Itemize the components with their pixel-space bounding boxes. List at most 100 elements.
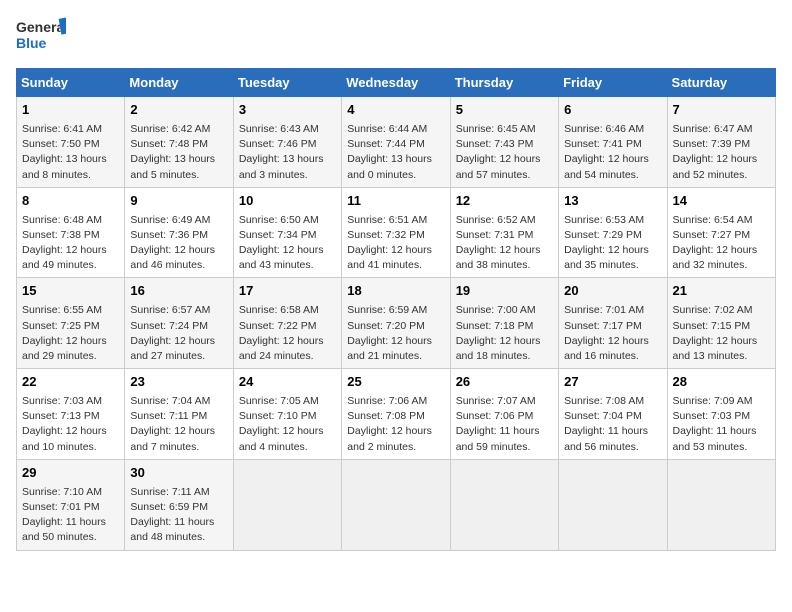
day-info: Sunrise: 6:46 AMSunset: 7:41 PMDaylight:… bbox=[564, 122, 661, 183]
day-number: 2 bbox=[130, 101, 227, 120]
day-info: Sunrise: 6:57 AMSunset: 7:24 PMDaylight:… bbox=[130, 303, 227, 364]
day-info: Sunrise: 6:59 AMSunset: 7:20 PMDaylight:… bbox=[347, 303, 444, 364]
day-number: 20 bbox=[564, 282, 661, 301]
day-header: Sunday bbox=[17, 69, 125, 97]
day-number: 6 bbox=[564, 101, 661, 120]
day-info: Sunrise: 7:08 AMSunset: 7:04 PMDaylight:… bbox=[564, 394, 661, 455]
day-info: Sunrise: 7:01 AMSunset: 7:17 PMDaylight:… bbox=[564, 303, 661, 364]
day-header: Wednesday bbox=[342, 69, 450, 97]
calendar-cell: 13 Sunrise: 6:53 AMSunset: 7:29 PMDayligh… bbox=[559, 187, 667, 278]
calendar-cell: 15Sunrise: 6:55 AMSunset: 7:25 PMDayligh… bbox=[17, 278, 125, 369]
day-number: 28 bbox=[673, 373, 770, 392]
day-number: 25 bbox=[347, 373, 444, 392]
day-info: Sunrise: 6:44 AMSunset: 7:44 PMDaylight:… bbox=[347, 122, 444, 183]
day-info: Sunrise: 6:43 AMSunset: 7:46 PMDaylight:… bbox=[239, 122, 336, 183]
day-number: 8 bbox=[22, 192, 119, 211]
calendar-cell: 20 Sunrise: 7:01 AMSunset: 7:17 PMDayligh… bbox=[559, 278, 667, 369]
day-info: Sunrise: 7:07 AMSunset: 7:06 PMDaylight:… bbox=[456, 394, 553, 455]
day-number: 23 bbox=[130, 373, 227, 392]
day-info: Sunrise: 7:11 AMSunset: 6:59 PMDaylight:… bbox=[130, 485, 227, 546]
day-info: Sunrise: 7:09 AMSunset: 7:03 PMDaylight:… bbox=[673, 394, 770, 455]
calendar-cell: 14Sunrise: 6:54 AMSunset: 7:27 PMDayligh… bbox=[667, 187, 775, 278]
calendar-cell bbox=[342, 459, 450, 550]
day-info: Sunrise: 7:02 AMSunset: 7:15 PMDaylight:… bbox=[673, 303, 770, 364]
day-info: Sunrise: 7:00 AMSunset: 7:18 PMDaylight:… bbox=[456, 303, 553, 364]
day-header: Thursday bbox=[450, 69, 558, 97]
calendar-cell: 6 Sunrise: 6:46 AMSunset: 7:41 PMDaylight… bbox=[559, 97, 667, 188]
day-number: 10 bbox=[239, 192, 336, 211]
day-header: Monday bbox=[125, 69, 233, 97]
day-number: 30 bbox=[130, 464, 227, 483]
day-number: 16 bbox=[130, 282, 227, 301]
day-info: Sunrise: 6:55 AMSunset: 7:25 PMDaylight:… bbox=[22, 303, 119, 364]
day-info: Sunrise: 6:41 AMSunset: 7:50 PMDaylight:… bbox=[22, 122, 119, 183]
day-info: Sunrise: 6:54 AMSunset: 7:27 PMDaylight:… bbox=[673, 213, 770, 274]
day-header: Friday bbox=[559, 69, 667, 97]
day-number: 26 bbox=[456, 373, 553, 392]
day-number: 12 bbox=[456, 192, 553, 211]
calendar-cell: 28 Sunrise: 7:09 AMSunset: 7:03 PMDayligh… bbox=[667, 369, 775, 460]
calendar-cell: 10 Sunrise: 6:50 AMSunset: 7:34 PMDayligh… bbox=[233, 187, 341, 278]
day-info: Sunrise: 6:48 AMSunset: 7:38 PMDaylight:… bbox=[22, 213, 119, 274]
day-info: Sunrise: 6:58 AMSunset: 7:22 PMDaylight:… bbox=[239, 303, 336, 364]
svg-text:General: General bbox=[16, 19, 66, 35]
calendar-cell: 30 Sunrise: 7:11 AMSunset: 6:59 PMDayligh… bbox=[125, 459, 233, 550]
calendar-cell: 24 Sunrise: 7:05 AMSunset: 7:10 PMDayligh… bbox=[233, 369, 341, 460]
calendar-cell: 23 Sunrise: 7:04 AMSunset: 7:11 PMDayligh… bbox=[125, 369, 233, 460]
day-number: 1 bbox=[22, 101, 119, 120]
calendar-cell: 21 Sunrise: 7:02 AMSunset: 7:15 PMDayligh… bbox=[667, 278, 775, 369]
calendar-cell bbox=[667, 459, 775, 550]
day-info: Sunrise: 6:47 AMSunset: 7:39 PMDaylight:… bbox=[673, 122, 770, 183]
calendar-cell: 3Sunrise: 6:43 AMSunset: 7:46 PMDaylight… bbox=[233, 97, 341, 188]
logo: General Blue bbox=[16, 16, 66, 58]
calendar-cell: 12 Sunrise: 6:52 AMSunset: 7:31 PMDayligh… bbox=[450, 187, 558, 278]
day-number: 9 bbox=[130, 192, 227, 211]
day-number: 21 bbox=[673, 282, 770, 301]
calendar-cell: 11Sunrise: 6:51 AMSunset: 7:32 PMDayligh… bbox=[342, 187, 450, 278]
calendar-cell: 17 Sunrise: 6:58 AMSunset: 7:22 PMDayligh… bbox=[233, 278, 341, 369]
day-info: Sunrise: 7:10 AMSunset: 7:01 PMDaylight:… bbox=[22, 485, 119, 546]
day-info: Sunrise: 6:52 AMSunset: 7:31 PMDaylight:… bbox=[456, 213, 553, 274]
day-info: Sunrise: 6:42 AMSunset: 7:48 PMDaylight:… bbox=[130, 122, 227, 183]
day-number: 18 bbox=[347, 282, 444, 301]
day-number: 5 bbox=[456, 101, 553, 120]
calendar-cell: 1 Sunrise: 6:41 AMSunset: 7:50 PMDaylight… bbox=[17, 97, 125, 188]
day-info: Sunrise: 7:06 AMSunset: 7:08 PMDaylight:… bbox=[347, 394, 444, 455]
calendar-cell: 9 Sunrise: 6:49 AMSunset: 7:36 PMDaylight… bbox=[125, 187, 233, 278]
calendar-cell: 27 Sunrise: 7:08 AMSunset: 7:04 PMDayligh… bbox=[559, 369, 667, 460]
day-info: Sunrise: 7:04 AMSunset: 7:11 PMDaylight:… bbox=[130, 394, 227, 455]
calendar-cell: 5 Sunrise: 6:45 AMSunset: 7:43 PMDaylight… bbox=[450, 97, 558, 188]
day-info: Sunrise: 7:03 AMSunset: 7:13 PMDaylight:… bbox=[22, 394, 119, 455]
calendar-cell: 4 Sunrise: 6:44 AMSunset: 7:44 PMDaylight… bbox=[342, 97, 450, 188]
day-info: Sunrise: 6:45 AMSunset: 7:43 PMDaylight:… bbox=[456, 122, 553, 183]
day-info: Sunrise: 7:05 AMSunset: 7:10 PMDaylight:… bbox=[239, 394, 336, 455]
calendar-table: SundayMondayTuesdayWednesdayThursdayFrid… bbox=[16, 68, 776, 551]
day-number: 17 bbox=[239, 282, 336, 301]
day-number: 11 bbox=[347, 192, 444, 211]
day-number: 22 bbox=[22, 373, 119, 392]
calendar-cell: 2 Sunrise: 6:42 AMSunset: 7:48 PMDaylight… bbox=[125, 97, 233, 188]
day-info: Sunrise: 6:53 AMSunset: 7:29 PMDaylight:… bbox=[564, 213, 661, 274]
page-header: General Blue bbox=[16, 16, 776, 58]
day-info: Sunrise: 6:50 AMSunset: 7:34 PMDaylight:… bbox=[239, 213, 336, 274]
day-header: Tuesday bbox=[233, 69, 341, 97]
calendar-cell: 18 Sunrise: 6:59 AMSunset: 7:20 PMDayligh… bbox=[342, 278, 450, 369]
day-number: 7 bbox=[673, 101, 770, 120]
day-number: 27 bbox=[564, 373, 661, 392]
day-number: 19 bbox=[456, 282, 553, 301]
calendar-cell: 29 Sunrise: 7:10 AMSunset: 7:01 PMDayligh… bbox=[17, 459, 125, 550]
calendar-cell bbox=[559, 459, 667, 550]
calendar-cell: 16 Sunrise: 6:57 AMSunset: 7:24 PMDayligh… bbox=[125, 278, 233, 369]
calendar-cell: 26 Sunrise: 7:07 AMSunset: 7:06 PMDayligh… bbox=[450, 369, 558, 460]
day-number: 4 bbox=[347, 101, 444, 120]
calendar-cell: 22 Sunrise: 7:03 AMSunset: 7:13 PMDayligh… bbox=[17, 369, 125, 460]
calendar-cell: 25 Sunrise: 7:06 AMSunset: 7:08 PMDayligh… bbox=[342, 369, 450, 460]
day-number: 29 bbox=[22, 464, 119, 483]
day-info: Sunrise: 6:49 AMSunset: 7:36 PMDaylight:… bbox=[130, 213, 227, 274]
svg-text:Blue: Blue bbox=[16, 35, 47, 51]
day-header: Saturday bbox=[667, 69, 775, 97]
calendar-cell: 7 Sunrise: 6:47 AMSunset: 7:39 PMDaylight… bbox=[667, 97, 775, 188]
day-number: 13 bbox=[564, 192, 661, 211]
logo-svg: General Blue bbox=[16, 16, 66, 58]
day-number: 24 bbox=[239, 373, 336, 392]
